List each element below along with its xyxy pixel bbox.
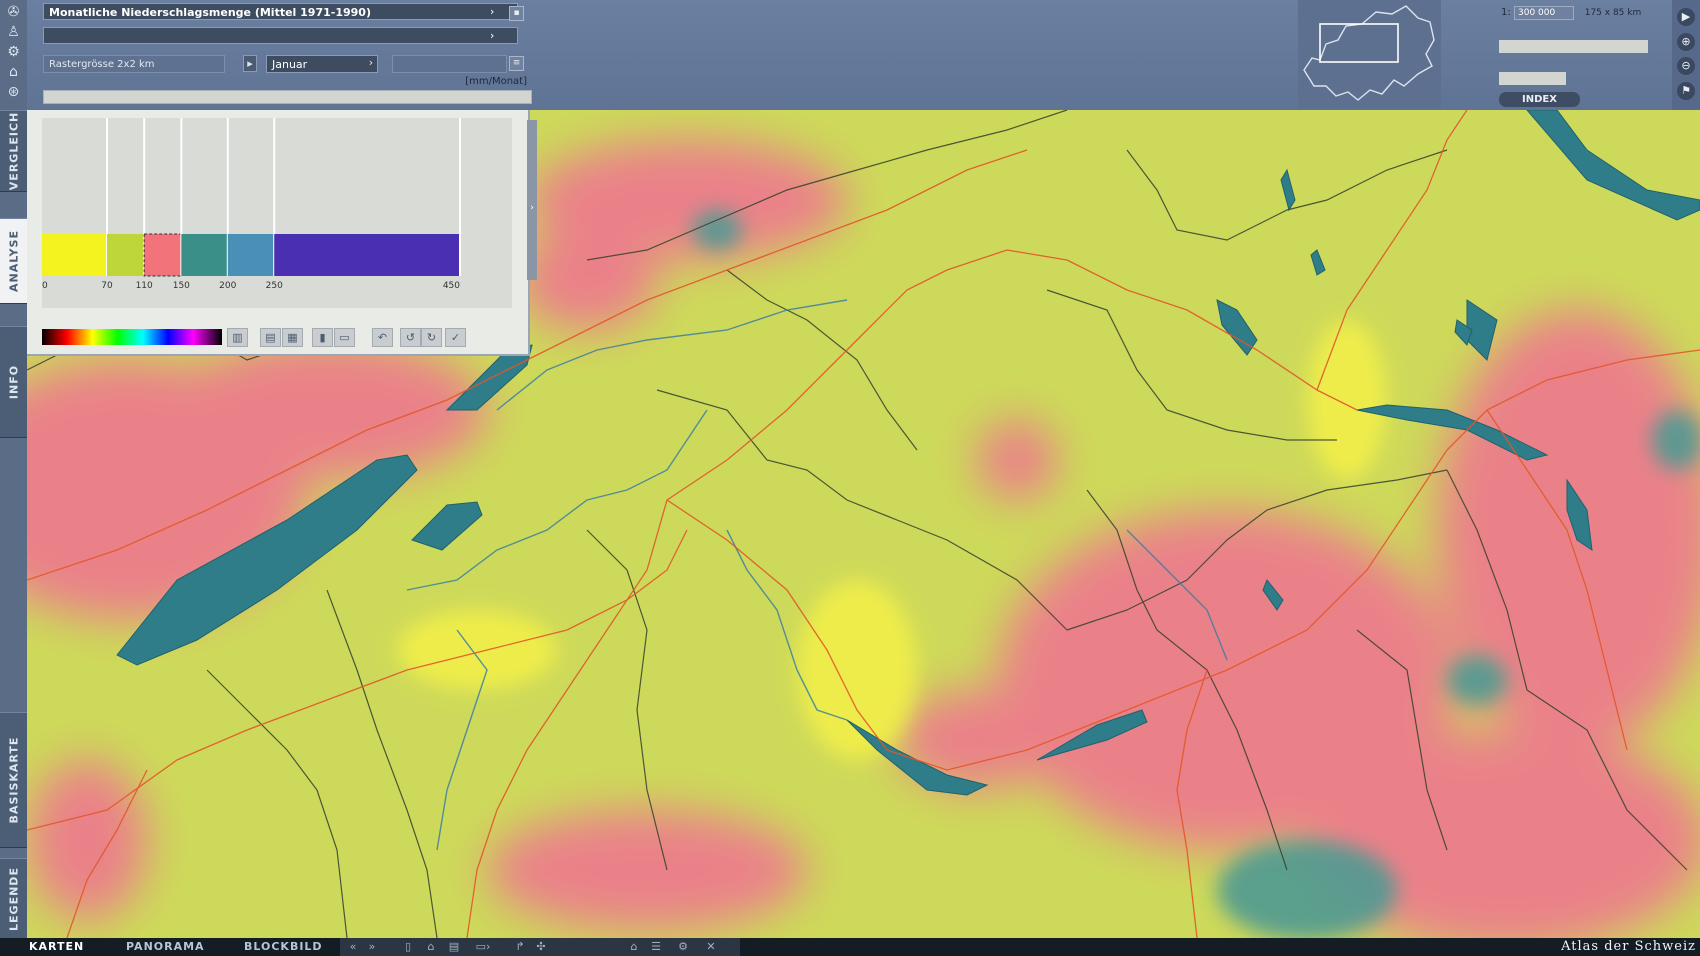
chevron-right-icon[interactable]: ›: [364, 55, 378, 72]
map-title-field[interactable]: Monatliche Niederschlagsmenge (Mittel 19…: [43, 3, 518, 20]
histogram-split-icon[interactable]: ▦: [282, 328, 303, 347]
home-icon[interactable]: ⌂: [626, 939, 642, 955]
tab-blockbild[interactable]: BLOCKBILD: [244, 938, 323, 956]
extent-label: 175 x 85 km: [1584, 8, 1642, 18]
unit-label: [mm/Monat]: [465, 76, 527, 87]
bar-chart-flat-icon[interactable]: ▭: [334, 328, 355, 347]
legend-class-bar[interactable]: [227, 234, 275, 276]
tab-info[interactable]: INFO: [0, 326, 27, 438]
play-icon[interactable]: ▶: [1677, 8, 1695, 26]
rotate-icon[interactable]: ✣: [533, 939, 549, 955]
info-strip: [43, 90, 532, 104]
scale-prefix: 1:: [1501, 7, 1511, 18]
bottom-toolstrip: « » ▯ ⌂ ▤ ▭› ↱ ✣ ⌂ ☰ ⚙ ✕: [340, 938, 740, 956]
title-option-button[interactable]: ▪: [509, 6, 524, 21]
histogram-icon[interactable]: ▤: [260, 328, 281, 347]
legend-tick-label: 450: [443, 281, 460, 291]
resolution-label: Rastergrösse 2x2 km: [49, 59, 155, 70]
legend-class-bar[interactable]: [42, 234, 108, 276]
tab-info-label: INFO: [7, 364, 20, 400]
right-toolbar: ▶ ⊕ ⊖ ⚑: [1672, 0, 1700, 110]
legend-class-bar[interactable]: [274, 234, 460, 276]
tab-vergleich-label: VERGLEICH: [7, 111, 20, 191]
tab-basiskarte-label: BASISKARTE: [7, 736, 20, 824]
month-value: Januar: [272, 58, 308, 71]
scale-slider[interactable]: [1499, 40, 1648, 53]
forward-icon[interactable]: »: [364, 939, 380, 955]
bar-chart-icon[interactable]: ▮: [312, 328, 333, 347]
legend-chart-svg: 0 70 110 150 200 250 450: [42, 118, 461, 291]
legend-tick-label: 70: [101, 281, 113, 291]
undo-icon[interactable]: ↶: [372, 328, 393, 347]
legend-panel: 0 70 110 150 200 250 450 › ▥ ▤ ▦ ▮ ▭ ↶ ↺ ↻ ✓: [27, 110, 537, 356]
settings-icon[interactable]: ⚙: [672, 939, 694, 955]
bottom-bar: KARTEN PANORAMA BLOCKBILD « » ▯ ⌂ ▤ ▭› ↱…: [0, 938, 1700, 956]
left-sidebar: ✇ ♙ ⚙ ⌂ ⊛ VERGLEICH ANALYSE INFO BASISKA…: [0, 0, 27, 940]
tab-karten[interactable]: KARTEN: [29, 938, 84, 956]
atlas-brand-logo: Atlas der Schweiz: [1561, 939, 1696, 954]
chevron-right-icon[interactable]: ›: [490, 3, 502, 20]
top-panel: Monatliche Niederschlagsmenge (Mittel 19…: [27, 0, 1700, 110]
print-icon[interactable]: ▤: [446, 939, 462, 955]
lock-icon[interactable]: ⌂: [423, 939, 439, 955]
tab-vergleich[interactable]: VERGLEICH: [0, 110, 27, 192]
legend-tick-label: 110: [136, 281, 153, 291]
panel-scrollbar[interactable]: [527, 120, 537, 280]
compass-icon[interactable]: ✇: [3, 3, 24, 21]
scale-bar: [1499, 72, 1566, 85]
gear-icon[interactable]: ⚙: [3, 43, 24, 61]
legend-class-bar[interactable]: [107, 234, 145, 276]
export-icon[interactable]: ▭›: [470, 939, 496, 955]
color-palette-picker[interactable]: [42, 329, 222, 345]
back-icon[interactable]: «: [345, 939, 361, 955]
building-icon[interactable]: ⌂: [3, 63, 24, 81]
settings-small-button[interactable]: ≡: [509, 56, 524, 71]
map-title: Monatliche Niederschlagsmenge (Mittel 19…: [49, 6, 371, 19]
legend-tick-label: 200: [219, 281, 236, 291]
tab-legende[interactable]: LEGENDE: [0, 858, 27, 940]
play-button[interactable]: ▸: [243, 55, 257, 72]
zoom-in-icon[interactable]: ⊕: [1677, 33, 1695, 51]
legend-class-bar[interactable]: [181, 234, 228, 276]
zoom-out-icon[interactable]: ⊖: [1677, 57, 1695, 75]
tab-legende-label: LEGENDE: [7, 867, 20, 931]
month-select[interactable]: Januar: [266, 55, 378, 73]
scale-input[interactable]: 300 000: [1514, 6, 1574, 20]
redo-step-icon[interactable]: ↻: [421, 328, 442, 347]
check-icon[interactable]: ✓: [445, 328, 466, 347]
tab-basiskarte[interactable]: BASISKARTE: [0, 712, 27, 848]
undo-step-icon[interactable]: ↺: [400, 328, 421, 347]
extra-field[interactable]: [392, 55, 507, 73]
legend-tick-label: 0: [42, 281, 48, 291]
chevron-right-icon[interactable]: ›: [490, 27, 502, 44]
close-icon[interactable]: ✕: [703, 939, 719, 955]
switzerland-outline-icon: [1303, 5, 1435, 101]
class-bar-chart[interactable]: 0 70 110 150 200 250 450: [42, 118, 512, 308]
index-button[interactable]: INDEX: [1499, 92, 1580, 107]
tab-panorama[interactable]: PANORAMA: [126, 938, 205, 956]
tags-icon[interactable]: ⊛: [3, 83, 24, 101]
secondary-title-field[interactable]: [43, 27, 518, 44]
cursor-icon[interactable]: ↱: [512, 939, 528, 955]
landmark-icon[interactable]: ♙: [3, 23, 24, 41]
chevron-right-icon[interactable]: ›: [527, 202, 537, 214]
palette-icon[interactable]: ▥: [227, 328, 248, 347]
legend-tick-label: 150: [173, 281, 190, 291]
list-icon[interactable]: ☰: [648, 939, 664, 955]
legend-tick-label: 250: [266, 281, 283, 291]
tab-analyse-label: ANALYSE: [7, 230, 20, 292]
page-icon[interactable]: ▯: [400, 939, 416, 955]
tab-analyse[interactable]: ANALYSE: [0, 218, 27, 304]
resolution-field[interactable]: Rastergrösse 2x2 km: [43, 55, 225, 73]
flag-icon[interactable]: ⚑: [1677, 82, 1695, 100]
overview-minimap[interactable]: [1298, 0, 1441, 108]
legend-class-bar[interactable]: [143, 233, 182, 277]
